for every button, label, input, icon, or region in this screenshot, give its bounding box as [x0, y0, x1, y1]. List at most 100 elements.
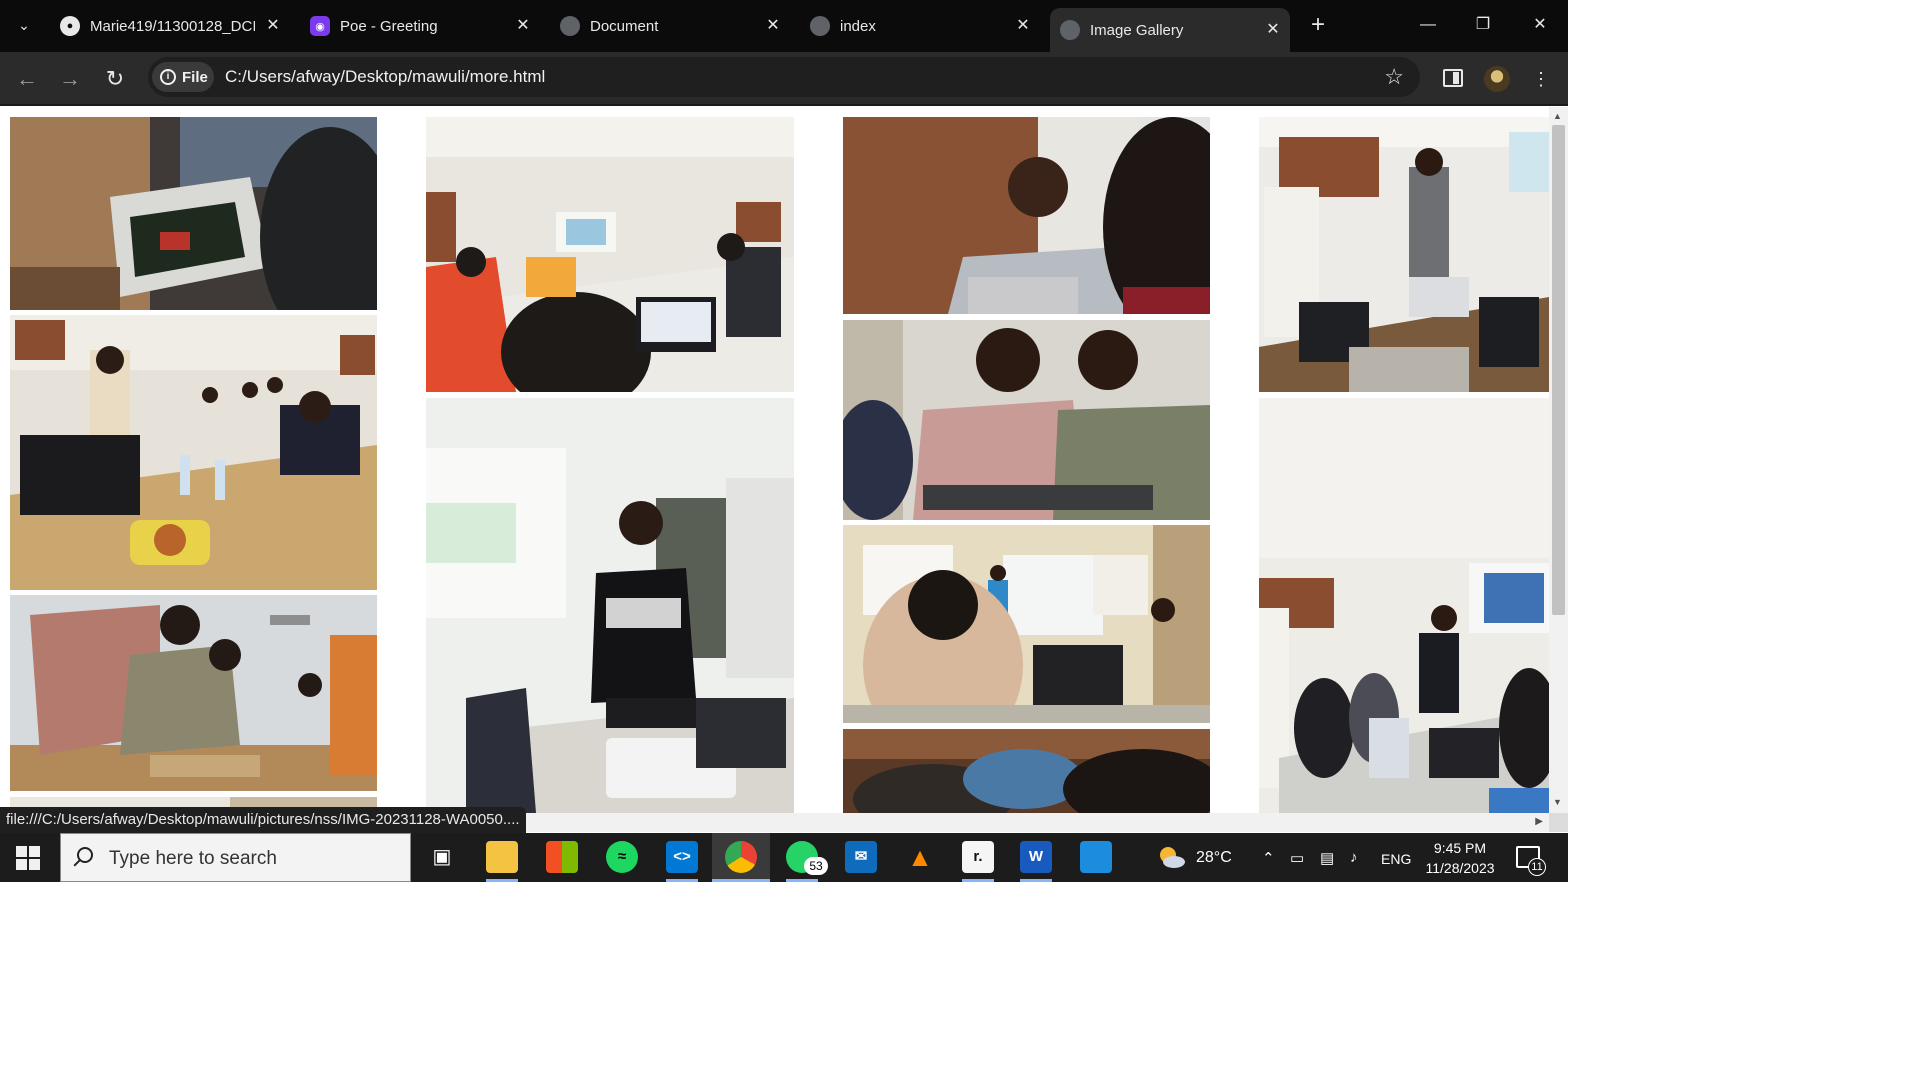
- minimize-button[interactable]: —: [1408, 10, 1448, 40]
- url-text[interactable]: C:/Users/afway/Desktop/mawuli/more.html: [225, 67, 545, 87]
- scroll-down-icon[interactable]: ▼: [1553, 797, 1562, 807]
- photo-image: [843, 729, 1210, 813]
- gallery-photo-4[interactable]: [426, 117, 794, 392]
- close-icon[interactable]: ✕: [514, 16, 532, 36]
- address-bar[interactable]: i File C:/Users/afway/Desktop/mawuli/mor…: [148, 57, 1420, 97]
- running-indicator: [712, 879, 770, 882]
- close-icon[interactable]: ✕: [1264, 20, 1282, 40]
- tab-title: Image Gallery: [1090, 21, 1184, 39]
- gallery-photo-2[interactable]: [10, 315, 377, 590]
- photo-image: [10, 595, 377, 791]
- word-icon[interactable]: W: [1020, 841, 1052, 873]
- gallery-photo-10[interactable]: [1259, 117, 1549, 392]
- whatsapp-badge: 53: [804, 857, 828, 875]
- language-indicator[interactable]: ENG: [1381, 851, 1411, 867]
- running-indicator: [786, 879, 818, 882]
- vertical-scrollbar[interactable]: ▲ ▼: [1549, 107, 1568, 813]
- menu-kebab-icon[interactable]: ⋮: [1526, 64, 1556, 94]
- restore-button[interactable]: ❐: [1463, 10, 1503, 40]
- clock-date: 11/28/2023: [1425, 860, 1495, 876]
- tab-index[interactable]: index ✕: [800, 8, 1040, 44]
- close-icon[interactable]: ✕: [764, 16, 782, 36]
- photo-image: [843, 525, 1210, 723]
- poe-icon: ◉: [310, 16, 330, 36]
- running-indicator: [1020, 879, 1052, 882]
- temperature-text[interactable]: 28°C: [1196, 849, 1232, 867]
- windows-start-icon[interactable]: [16, 846, 40, 870]
- battery-icon[interactable]: ▭: [1290, 849, 1304, 867]
- browser-toolbar: ← → ↻ i File C:/Users/afway/Desktop/mawu…: [0, 52, 1568, 106]
- tab-github[interactable]: ● Marie419/11300128_DCIT ✕: [50, 8, 290, 44]
- running-indicator: [666, 879, 698, 882]
- running-indicator: [962, 879, 994, 882]
- gallery-photo-9[interactable]: [843, 729, 1210, 813]
- file-explorer-icon[interactable]: [486, 841, 518, 873]
- photo-image: [843, 320, 1210, 520]
- notification-count: 11: [1528, 858, 1546, 876]
- photo-image: [426, 117, 794, 392]
- photo-image: [10, 117, 377, 310]
- chevron-down-icon: ⌄: [18, 16, 30, 33]
- mail-icon[interactable]: ✉: [845, 841, 877, 873]
- forward-button[interactable]: →: [55, 64, 85, 94]
- chevron-up-icon[interactable]: ⌃: [1262, 849, 1275, 867]
- gallery-photo-7[interactable]: [843, 320, 1210, 520]
- close-icon[interactable]: ✕: [264, 16, 282, 36]
- profile-avatar[interactable]: [1484, 66, 1510, 92]
- vlc-icon[interactable]: ▲: [904, 841, 936, 873]
- gallery-photo-6[interactable]: [843, 117, 1210, 314]
- gallery-photo-11[interactable]: [1259, 398, 1549, 813]
- site-chip-label: File: [182, 68, 208, 86]
- replit-icon[interactable]: r.: [962, 841, 994, 873]
- gallery-photo-3[interactable]: [10, 595, 377, 791]
- tab-strip: ⌄ ● Marie419/11300128_DCIT ✕ ◉ Poe - Gre…: [0, 0, 1568, 52]
- search-placeholder: Type here to search: [109, 848, 277, 869]
- tab-search-button[interactable]: ⌄: [8, 10, 40, 40]
- spotify-icon[interactable]: ≈: [606, 841, 638, 873]
- page-viewport: [0, 107, 1549, 813]
- task-view-icon[interactable]: ▣: [426, 841, 458, 873]
- weather-icon[interactable]: [1156, 844, 1186, 870]
- tab-title: Poe - Greeting: [340, 17, 438, 35]
- tab-title: index: [840, 17, 876, 35]
- photo-image: [426, 398, 794, 813]
- scroll-thumb[interactable]: [1552, 125, 1565, 615]
- site-info-chip[interactable]: i File: [152, 62, 214, 92]
- clock-time: 9:45 PM: [1433, 840, 1487, 856]
- photo-image: [1259, 398, 1549, 813]
- scroll-right-icon[interactable]: ▶: [1535, 816, 1543, 827]
- taskbar-search-box[interactable]: Type here to search: [60, 833, 411, 882]
- tab-title: Document: [590, 17, 659, 35]
- photo-image: [843, 117, 1210, 314]
- side-panel-icon[interactable]: [1443, 69, 1463, 87]
- running-indicator: [486, 879, 518, 882]
- globe-icon: [1060, 20, 1080, 40]
- photo-image: [10, 315, 377, 590]
- chrome-icon[interactable]: [725, 841, 757, 873]
- photos-icon[interactable]: [1080, 841, 1112, 873]
- close-icon[interactable]: ✕: [1014, 16, 1032, 36]
- gallery-photo-5[interactable]: [426, 398, 794, 813]
- gallery-photo-8[interactable]: [843, 525, 1210, 723]
- tab-image-gallery[interactable]: Image Gallery ✕: [1050, 8, 1290, 52]
- search-icon: [77, 847, 93, 863]
- reload-button[interactable]: ↻: [100, 64, 130, 94]
- tab-title: Marie419/11300128_DCIT: [90, 17, 255, 35]
- bookmark-star-icon[interactable]: ☆: [1384, 64, 1404, 90]
- volume-icon[interactable]: ♪: [1350, 849, 1358, 866]
- github-icon: ●: [60, 16, 80, 36]
- microsoft-store-icon[interactable]: [546, 841, 578, 873]
- network-icon[interactable]: ▤: [1320, 849, 1334, 867]
- new-tab-button[interactable]: +: [1304, 12, 1332, 40]
- globe-icon: [560, 16, 580, 36]
- gallery-photo-1[interactable]: [10, 117, 377, 310]
- scroll-up-icon[interactable]: ▲: [1553, 111, 1562, 121]
- taskbar-clock[interactable]: 9:45 PM 11/28/2023: [1418, 838, 1502, 878]
- vscode-icon[interactable]: <>: [666, 841, 698, 873]
- link-status-bubble: file:///C:/Users/afway/Desktop/mawuli/pi…: [0, 807, 526, 833]
- back-button[interactable]: ←: [12, 64, 42, 94]
- close-window-button[interactable]: ✕: [1520, 10, 1560, 40]
- photo-image: [1259, 117, 1549, 392]
- tab-poe[interactable]: ◉ Poe - Greeting ✕: [300, 8, 540, 44]
- tab-document[interactable]: Document ✕: [550, 8, 790, 44]
